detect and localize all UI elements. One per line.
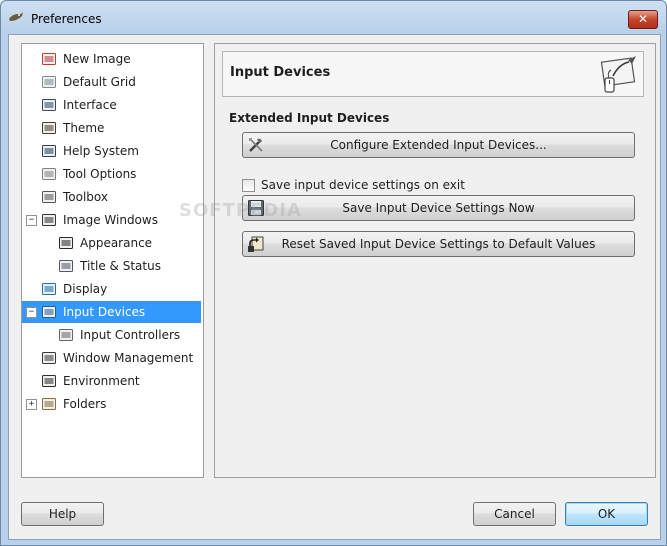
sidebar-item-label: Folders [63, 397, 107, 411]
new-image-icon [42, 53, 56, 65]
sidebar-item[interactable]: − Input Devices [22, 301, 201, 323]
ok-button[interactable]: OK [565, 502, 648, 526]
sidebar-item[interactable]: New Image [22, 48, 201, 70]
configure-extended-input-devices-button[interactable]: Configure Extended Input Devices... [242, 132, 635, 158]
help-system-icon [42, 145, 56, 157]
sidebar-item[interactable]: − Image Windows [22, 209, 201, 231]
cancel-button-label: Cancel [494, 507, 535, 521]
sidebar-item-label: Appearance [80, 236, 153, 250]
watermark: SOFTPEDIA [179, 200, 302, 221]
sidebar-item-label: Title & Status [80, 259, 161, 273]
revert-icon [248, 236, 264, 252]
section-title: Extended Input Devices [229, 111, 390, 125]
input-controllers-icon [59, 329, 73, 341]
dialog-body: New Image Default Grid Interface Theme Help … [8, 34, 661, 540]
sidebar-item-label: Tool Options [63, 167, 137, 181]
help-button-label: Help [48, 507, 77, 521]
tree-expander-icon[interactable]: − [26, 307, 37, 318]
sidebar-item[interactable]: Appearance [22, 232, 201, 254]
sidebar-item-label: Input Controllers [80, 328, 181, 342]
sidebar-item[interactable]: Tool Options [22, 163, 201, 185]
environment-icon [42, 375, 56, 387]
sidebar-item[interactable]: + Folders [22, 393, 201, 415]
tree-expander-icon[interactable]: − [26, 215, 37, 226]
ok-button-label: OK [597, 507, 616, 521]
sidebar-item[interactable]: Help System [22, 140, 201, 162]
tool-options-icon [42, 168, 56, 180]
configure-button-label: Configure Extended Input Devices... [330, 138, 547, 152]
page-title: Input Devices [230, 65, 331, 80]
sidebar-item-label: New Image [63, 52, 131, 66]
sidebar-item-label: Default Grid [63, 75, 136, 89]
category-tree[interactable]: New Image Default Grid Interface Theme Help … [21, 43, 204, 478]
sidebar-item[interactable]: Default Grid [22, 71, 201, 93]
image-windows-icon [42, 214, 56, 226]
cancel-button[interactable]: Cancel [473, 502, 556, 526]
gimp-app-icon [9, 12, 23, 21]
sidebar-item[interactable]: Window Management [22, 347, 201, 369]
sidebar-item-label: Input Devices [63, 305, 146, 319]
sidebar-item-label: Image Windows [63, 213, 158, 227]
theme-icon [42, 122, 56, 134]
close-button[interactable]: ✕ [628, 10, 658, 29]
sidebar-item[interactable]: Display [22, 278, 201, 300]
sidebar-item[interactable]: Interface [22, 94, 201, 116]
folders-icon [42, 398, 56, 410]
save-now-button-label: Save Input Device Settings Now [342, 201, 535, 215]
display-icon [42, 283, 56, 295]
window-management-icon [42, 352, 56, 364]
input-devices-icon [42, 306, 56, 318]
preferences-window: Preferences ✕ New Image Default Grid Inter… [0, 0, 667, 546]
reset-settings-button[interactable]: Reset Saved Input Device Settings to Def… [242, 231, 635, 257]
page-header: Input Devices [222, 51, 644, 97]
sidebar-item-label: Help System [63, 144, 139, 158]
sidebar-item-label: Window Management [63, 351, 194, 365]
tree-expander-icon[interactable]: + [26, 399, 37, 410]
reset-button-label: Reset Saved Input Device Settings to Def… [281, 237, 596, 251]
toolbox-icon [42, 191, 56, 203]
title-status-icon [59, 260, 73, 272]
sidebar-item[interactable]: Input Controllers [22, 324, 201, 346]
save-on-exit-label[interactable]: Save input device settings on exit [261, 178, 465, 192]
interface-icon [42, 99, 56, 111]
grid-icon [42, 76, 56, 88]
sidebar-item[interactable]: Toolbox [22, 186, 201, 208]
sidebar-item[interactable]: Theme [22, 117, 201, 139]
input-devices-header-icon [600, 56, 636, 93]
title-bar[interactable]: Preferences ✕ [1, 1, 666, 35]
help-button[interactable]: Help [21, 502, 104, 526]
sidebar-item[interactable]: Title & Status [22, 255, 201, 277]
sidebar-item[interactable]: Environment [22, 370, 201, 392]
save-on-exit-checkbox[interactable] [242, 179, 255, 192]
sidebar-item-label: Interface [63, 98, 117, 112]
appearance-icon [59, 237, 73, 249]
settings-panel: Input Devices Extended Input Devices Con… [214, 43, 656, 478]
window-title: Preferences [31, 12, 102, 26]
sidebar-item-label: Environment [63, 374, 140, 388]
sidebar-item-label: Toolbox [63, 190, 108, 204]
tools-icon [249, 138, 263, 152]
sidebar-item-label: Display [63, 282, 108, 296]
sidebar-item-label: Theme [63, 121, 105, 135]
